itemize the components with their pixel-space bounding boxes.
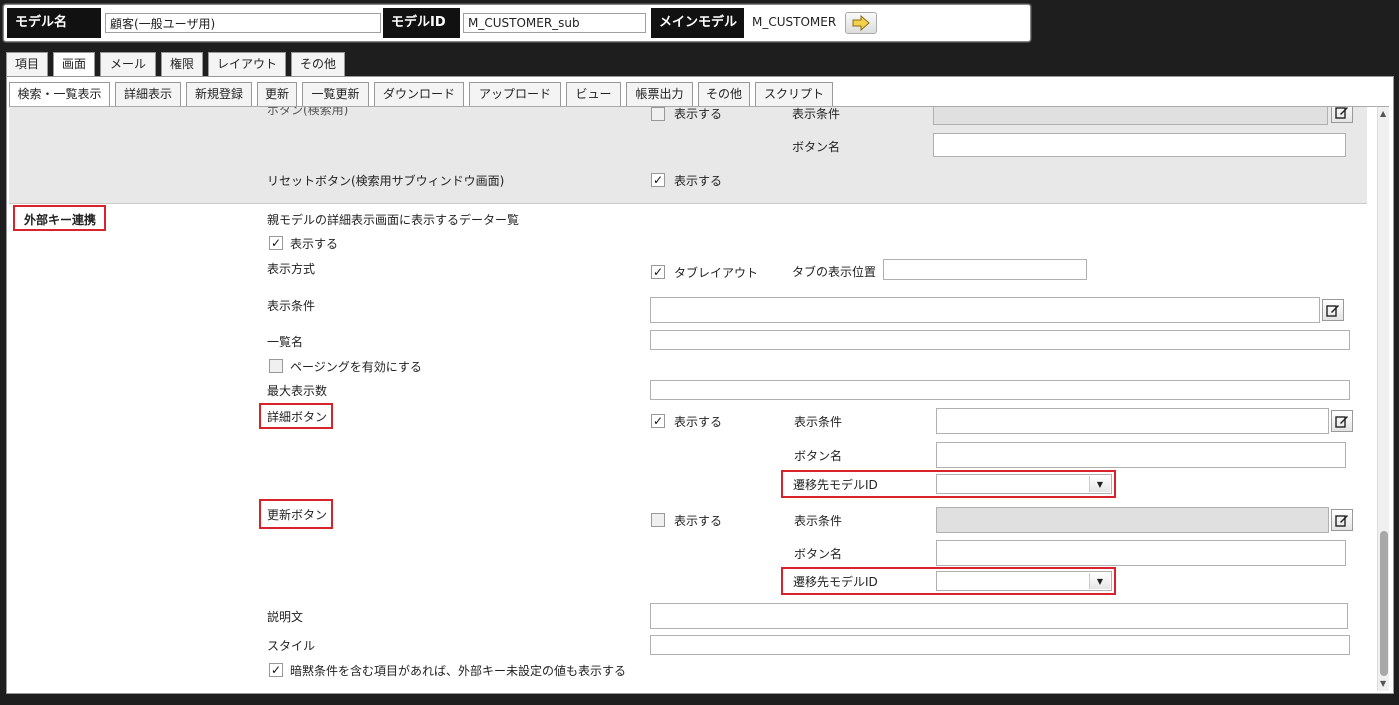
detail-button-show-checkbox[interactable]: ✓ (651, 414, 665, 428)
tab-position-label: タブの表示位置 (792, 265, 877, 279)
reset-button-show-label: 表示する (674, 174, 723, 188)
description-label: 説明文 (267, 610, 304, 624)
chevron-down-icon: ▼ (1089, 573, 1110, 589)
update-dest-model-label: 遷移先モデルID (793, 575, 878, 589)
parent-list-label: 親モデルの詳細表示画面に表示するデーター覧 (267, 213, 520, 227)
edit-icon (1335, 515, 1348, 527)
tab-upload[interactable]: アップロード (469, 82, 561, 106)
tab-position-field[interactable] (883, 259, 1087, 280)
reset-button-show-checkbox[interactable]: ✓ (651, 173, 665, 187)
goto-main-model-button[interactable] (845, 12, 877, 34)
update-button-condition-field[interactable] (936, 507, 1329, 533)
tab-mail[interactable]: メール (100, 52, 156, 76)
tab-download[interactable]: ダウンロード (374, 82, 464, 106)
tab-register[interactable]: 新規登録 (186, 82, 252, 106)
style-field[interactable] (650, 635, 1350, 655)
max-display-label: 最大表示数 (267, 384, 328, 398)
tab-other-sub[interactable]: その他 (698, 82, 750, 106)
fk-condition-field[interactable] (650, 297, 1320, 323)
parent-list-show-checkbox[interactable]: ✓ (269, 236, 283, 250)
search-buttons-section: ボタン(検索用) 表示する 表示条件 ボタン名 リセットボタン(検索用サブウィン… (9, 107, 1367, 204)
edit-icon (1335, 416, 1348, 428)
model-name-label: モデル名 (7, 8, 101, 38)
search-button-condition-label: 表示条件 (792, 107, 841, 121)
parent-list-show-label: 表示する (290, 237, 339, 251)
style-label: スタイル (267, 639, 316, 653)
search-button-condition-field[interactable] (933, 107, 1328, 125)
implicit-condition-checkbox[interactable]: ✓ (269, 663, 283, 677)
tab-script[interactable]: スクリプト (755, 82, 833, 106)
update-button-condition-label: 表示条件 (794, 514, 843, 528)
detail-dest-model-select[interactable]: ▼ (936, 474, 1112, 494)
partial-button-label: ボタン(検索用) (267, 106, 349, 117)
search-button-show-label: 表示する (674, 107, 723, 121)
fk-condition-edit[interactable] (1322, 299, 1344, 321)
tab-search-list[interactable]: 検索・一覧表示 (9, 82, 110, 106)
search-button-show-checkbox[interactable] (651, 107, 665, 121)
update-button-name-field[interactable] (936, 540, 1346, 566)
detail-button-condition-field[interactable] (936, 408, 1329, 434)
detail-button-name-label: ボタン名 (794, 449, 843, 463)
edit-icon (1335, 107, 1348, 119)
list-name-field[interactable] (650, 330, 1350, 350)
arrow-right-icon (852, 15, 870, 31)
update-button-show-checkbox[interactable] (651, 513, 665, 527)
detail-button-condition-label: 表示条件 (794, 415, 843, 429)
chevron-down-icon: ▼ (1089, 476, 1110, 492)
tab-detail[interactable]: 詳細表示 (115, 82, 181, 106)
update-dest-model-select[interactable]: ▼ (936, 571, 1112, 591)
list-name-label: 一覧名 (267, 335, 304, 349)
max-display-field[interactable] (650, 380, 1350, 400)
description-field[interactable] (650, 603, 1348, 629)
scrollbar-thumb[interactable] (1380, 531, 1388, 676)
tab-layout[interactable]: レイアウト (208, 52, 286, 76)
tab-fields[interactable]: 項目 (6, 52, 48, 76)
model-name-input[interactable] (105, 13, 381, 33)
update-button-label: 更新ボタン (267, 508, 328, 522)
paging-label: ページングを有効にする (290, 360, 422, 374)
detail-dest-model-label: 遷移先モデルID (793, 478, 878, 492)
fk-condition-label: 表示条件 (267, 299, 316, 313)
tab-layout-checkbox[interactable]: ✓ (651, 265, 665, 279)
tab-layout-label: タブレイアウト (674, 266, 759, 280)
detail-button-name-field[interactable] (936, 442, 1346, 468)
tab-screen[interactable]: 画面 (53, 52, 95, 76)
vertical-scrollbar[interactable]: ▲ ▼ (1377, 107, 1389, 691)
model-header: モデル名 モデルID メインモデル M_CUSTOMER (3, 4, 1031, 42)
tab-bulk-update[interactable]: 一覧更新 (302, 82, 369, 106)
detail-button-condition-edit[interactable] (1331, 410, 1353, 432)
tab-permission[interactable]: 権限 (161, 52, 203, 76)
model-id-input[interactable] (463, 13, 646, 33)
update-button-show-label: 表示する (674, 514, 723, 528)
implicit-condition-label: 暗黙条件を含む項目があれば、外部キー未設定の値も表示する (290, 664, 627, 678)
search-button-name-label: ボタン名 (792, 140, 841, 154)
tab-view[interactable]: ビュー (566, 82, 621, 106)
reset-button-label: リセットボタン(検索用サブウィンドウ画面) (267, 174, 505, 188)
detail-button-label: 詳細ボタン (267, 410, 328, 424)
paging-checkbox[interactable] (269, 359, 283, 373)
tab-update[interactable]: 更新 (257, 82, 297, 106)
update-button-name-label: ボタン名 (794, 547, 843, 561)
main-model-value: M_CUSTOMER (752, 15, 837, 29)
main-model-label: メインモデル (651, 8, 744, 38)
model-id-label: モデルID (383, 8, 460, 38)
tab-report[interactable]: 帳票出力 (626, 82, 693, 106)
tab-other[interactable]: その他 (291, 52, 345, 76)
scroll-up-icon[interactable]: ▲ (1380, 109, 1386, 118)
scroll-down-icon[interactable]: ▼ (1380, 679, 1386, 688)
display-method-label: 表示方式 (267, 262, 316, 276)
update-button-condition-edit[interactable] (1331, 509, 1353, 531)
search-button-condition-edit[interactable] (1331, 107, 1353, 123)
detail-button-show-label: 表示する (674, 415, 723, 429)
fk-section-label: 外部キー連携 (24, 213, 97, 227)
edit-icon (1326, 305, 1339, 317)
settings-content: ボタン(検索用) 表示する 表示条件 ボタン名 リセットボタン(検索用サブウィン… (9, 106, 1389, 691)
search-button-name-field[interactable] (933, 133, 1346, 157)
